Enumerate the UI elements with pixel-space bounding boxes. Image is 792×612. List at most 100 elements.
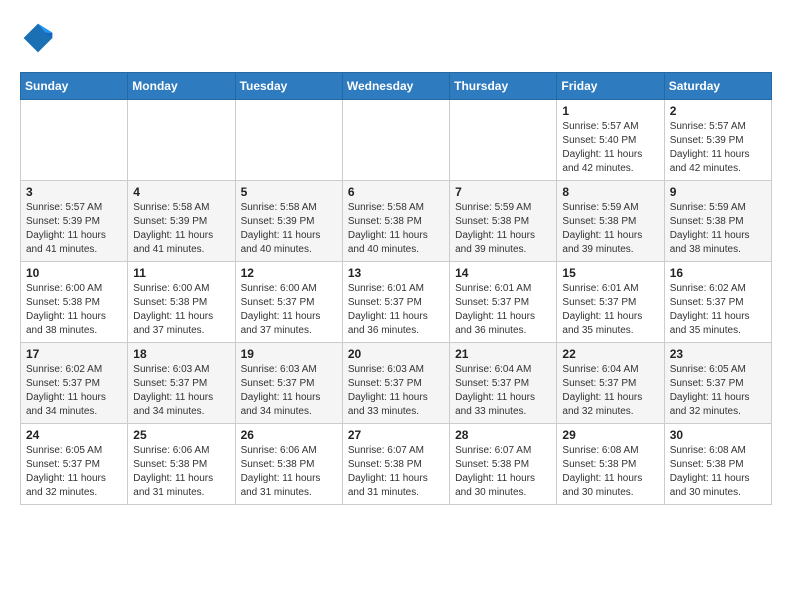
weekday-header: Saturday <box>664 73 771 100</box>
day-number: 26 <box>241 428 337 442</box>
day-info: Sunrise: 6:03 AMSunset: 5:37 PMDaylight:… <box>133 363 229 419</box>
day-info: Sunrise: 5:58 AMSunset: 5:38 PMDaylight:… <box>348 201 444 257</box>
calendar-cell: 24 Sunrise: 6:05 AMSunset: 5:37 PMDayligh… <box>21 424 128 505</box>
day-number: 9 <box>670 185 766 199</box>
day-number: 4 <box>133 185 229 199</box>
calendar-cell: 18 Sunrise: 6:03 AMSunset: 5:37 PMDayligh… <box>128 343 235 424</box>
day-info: Sunrise: 5:57 AMSunset: 5:40 PMDaylight:… <box>562 120 658 176</box>
day-number: 23 <box>670 347 766 361</box>
day-info: Sunrise: 6:02 AMSunset: 5:37 PMDaylight:… <box>26 363 122 419</box>
day-number: 6 <box>348 185 444 199</box>
calendar-cell: 7 Sunrise: 5:59 AMSunset: 5:38 PMDaylight… <box>450 181 557 262</box>
calendar-cell <box>128 100 235 181</box>
calendar-cell: 9 Sunrise: 5:59 AMSunset: 5:38 PMDaylight… <box>664 181 771 262</box>
weekday-header: Thursday <box>450 73 557 100</box>
day-number: 28 <box>455 428 551 442</box>
calendar-cell: 4 Sunrise: 5:58 AMSunset: 5:39 PMDaylight… <box>128 181 235 262</box>
day-number: 14 <box>455 266 551 280</box>
calendar-cell: 11 Sunrise: 6:00 AMSunset: 5:38 PMDayligh… <box>128 262 235 343</box>
weekday-header: Tuesday <box>235 73 342 100</box>
day-info: Sunrise: 6:07 AMSunset: 5:38 PMDaylight:… <box>348 444 444 500</box>
day-info: Sunrise: 6:01 AMSunset: 5:37 PMDaylight:… <box>562 282 658 338</box>
day-info: Sunrise: 6:06 AMSunset: 5:38 PMDaylight:… <box>133 444 229 500</box>
day-info: Sunrise: 6:00 AMSunset: 5:38 PMDaylight:… <box>26 282 122 338</box>
weekday-header: Sunday <box>21 73 128 100</box>
day-info: Sunrise: 6:06 AMSunset: 5:38 PMDaylight:… <box>241 444 337 500</box>
calendar-cell: 25 Sunrise: 6:06 AMSunset: 5:38 PMDayligh… <box>128 424 235 505</box>
header <box>20 20 772 56</box>
calendar-cell: 29Sunrise: 6:08 AMSunset: 5:38 PMDayligh… <box>557 424 664 505</box>
day-info: Sunrise: 6:00 AMSunset: 5:38 PMDaylight:… <box>133 282 229 338</box>
day-number: 25 <box>133 428 229 442</box>
calendar-table: SundayMondayTuesdayWednesdayThursdayFrid… <box>20 72 772 505</box>
day-number: 5 <box>241 185 337 199</box>
calendar-cell: 26 Sunrise: 6:06 AMSunset: 5:38 PMDayligh… <box>235 424 342 505</box>
day-info: Sunrise: 5:58 AMSunset: 5:39 PMDaylight:… <box>133 201 229 257</box>
day-info: Sunrise: 6:08 AMSunset: 5:38 PMDaylight:… <box>562 444 658 500</box>
calendar-cell: 27 Sunrise: 6:07 AMSunset: 5:38 PMDayligh… <box>342 424 449 505</box>
day-info: Sunrise: 6:07 AMSunset: 5:38 PMDaylight:… <box>455 444 551 500</box>
day-number: 12 <box>241 266 337 280</box>
calendar-cell: 8 Sunrise: 5:59 AMSunset: 5:38 PMDaylight… <box>557 181 664 262</box>
day-info: Sunrise: 6:05 AMSunset: 5:37 PMDaylight:… <box>26 444 122 500</box>
calendar-cell: 30 Sunrise: 6:08 AMSunset: 5:38 PMDayligh… <box>664 424 771 505</box>
calendar-cell: 3Sunrise: 5:57 AMSunset: 5:39 PMDaylight… <box>21 181 128 262</box>
day-number: 16 <box>670 266 766 280</box>
calendar-cell: 17 Sunrise: 6:02 AMSunset: 5:37 PMDayligh… <box>21 343 128 424</box>
calendar-week-row: 24 Sunrise: 6:05 AMSunset: 5:37 PMDayligh… <box>21 424 772 505</box>
logo-icon <box>20 20 56 56</box>
day-number: 20 <box>348 347 444 361</box>
calendar-cell <box>450 100 557 181</box>
day-info: Sunrise: 5:59 AMSunset: 5:38 PMDaylight:… <box>455 201 551 257</box>
calendar-cell <box>342 100 449 181</box>
day-info: Sunrise: 6:04 AMSunset: 5:37 PMDaylight:… <box>455 363 551 419</box>
day-info: Sunrise: 5:59 AMSunset: 5:38 PMDaylight:… <box>562 201 658 257</box>
day-number: 21 <box>455 347 551 361</box>
calendar-cell: 2Sunrise: 5:57 AMSunset: 5:39 PMDaylight… <box>664 100 771 181</box>
calendar-cell <box>21 100 128 181</box>
calendar-cell: 6 Sunrise: 5:58 AMSunset: 5:38 PMDaylight… <box>342 181 449 262</box>
calendar-cell: 28 Sunrise: 6:07 AMSunset: 5:38 PMDayligh… <box>450 424 557 505</box>
calendar-cell: 16 Sunrise: 6:02 AMSunset: 5:37 PMDayligh… <box>664 262 771 343</box>
day-number: 22 <box>562 347 658 361</box>
day-number: 13 <box>348 266 444 280</box>
day-info: Sunrise: 5:57 AMSunset: 5:39 PMDaylight:… <box>26 201 122 257</box>
calendar-cell: 22 Sunrise: 6:04 AMSunset: 5:37 PMDayligh… <box>557 343 664 424</box>
weekday-header-row: SundayMondayTuesdayWednesdayThursdayFrid… <box>21 73 772 100</box>
calendar-cell <box>235 100 342 181</box>
day-number: 19 <box>241 347 337 361</box>
weekday-header: Friday <box>557 73 664 100</box>
calendar-cell: 14 Sunrise: 6:01 AMSunset: 5:37 PMDayligh… <box>450 262 557 343</box>
calendar-cell: 12Sunrise: 6:00 AMSunset: 5:37 PMDayligh… <box>235 262 342 343</box>
day-number: 8 <box>562 185 658 199</box>
day-info: Sunrise: 6:01 AMSunset: 5:37 PMDaylight:… <box>348 282 444 338</box>
day-info: Sunrise: 5:59 AMSunset: 5:38 PMDaylight:… <box>670 201 766 257</box>
calendar-week-row: 17 Sunrise: 6:02 AMSunset: 5:37 PMDayligh… <box>21 343 772 424</box>
day-info: Sunrise: 6:03 AMSunset: 5:37 PMDaylight:… <box>241 363 337 419</box>
day-info: Sunrise: 6:03 AMSunset: 5:37 PMDaylight:… <box>348 363 444 419</box>
day-number: 24 <box>26 428 122 442</box>
calendar-week-row: 10Sunrise: 6:00 AMSunset: 5:38 PMDayligh… <box>21 262 772 343</box>
day-number: 17 <box>26 347 122 361</box>
day-info: Sunrise: 6:01 AMSunset: 5:37 PMDaylight:… <box>455 282 551 338</box>
day-number: 30 <box>670 428 766 442</box>
day-number: 11 <box>133 266 229 280</box>
day-info: Sunrise: 6:08 AMSunset: 5:38 PMDaylight:… <box>670 444 766 500</box>
weekday-header: Wednesday <box>342 73 449 100</box>
day-number: 7 <box>455 185 551 199</box>
day-info: Sunrise: 5:57 AMSunset: 5:39 PMDaylight:… <box>670 120 766 176</box>
calendar-cell: 5Sunrise: 5:58 AMSunset: 5:39 PMDaylight… <box>235 181 342 262</box>
calendar-cell: 20 Sunrise: 6:03 AMSunset: 5:37 PMDayligh… <box>342 343 449 424</box>
calendar-cell: 13 Sunrise: 6:01 AMSunset: 5:37 PMDayligh… <box>342 262 449 343</box>
day-info: Sunrise: 6:05 AMSunset: 5:37 PMDaylight:… <box>670 363 766 419</box>
day-info: Sunrise: 6:04 AMSunset: 5:37 PMDaylight:… <box>562 363 658 419</box>
day-info: Sunrise: 6:02 AMSunset: 5:37 PMDaylight:… <box>670 282 766 338</box>
calendar-week-row: 1 Sunrise: 5:57 AMSunset: 5:40 PMDaylight… <box>21 100 772 181</box>
day-number: 27 <box>348 428 444 442</box>
calendar-cell: 21 Sunrise: 6:04 AMSunset: 5:37 PMDayligh… <box>450 343 557 424</box>
day-number: 18 <box>133 347 229 361</box>
logo <box>20 20 62 56</box>
day-number: 1 <box>562 104 658 118</box>
calendar-cell: 19 Sunrise: 6:03 AMSunset: 5:37 PMDayligh… <box>235 343 342 424</box>
calendar-cell: 10Sunrise: 6:00 AMSunset: 5:38 PMDayligh… <box>21 262 128 343</box>
